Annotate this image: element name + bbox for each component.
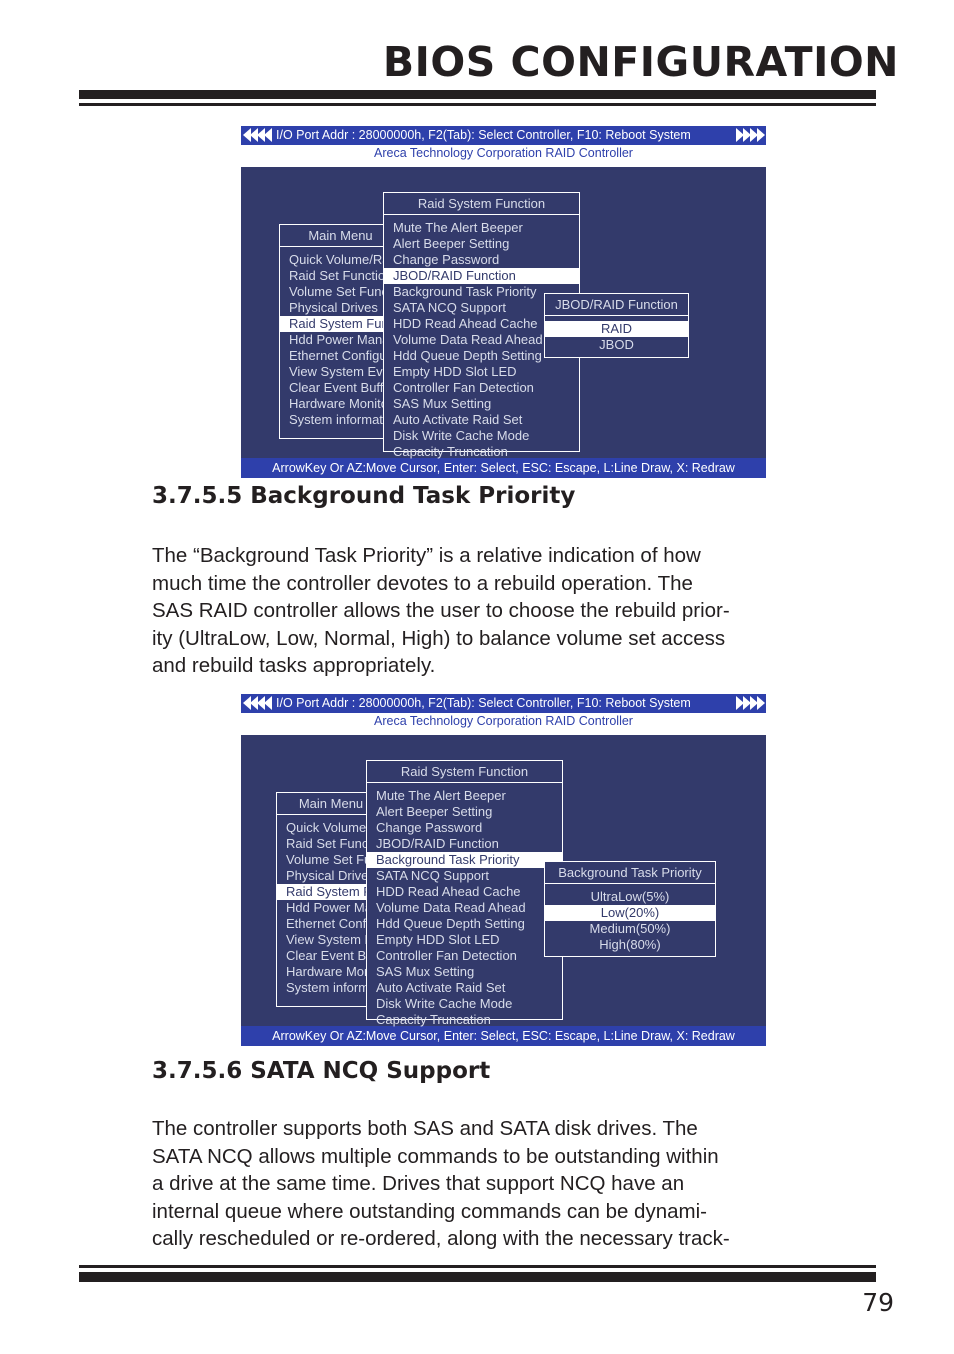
menu-item[interactable]: Hdd Queue Depth Setting — [367, 916, 562, 932]
header-rule-thin — [79, 103, 876, 106]
menu-item[interactable]: Empty HDD Slot LED — [367, 932, 562, 948]
menu-item[interactable]: Empty HDD Slot LED — [384, 364, 579, 380]
menu-item[interactable]: Change Password — [384, 252, 579, 268]
menu-item[interactable]: Controller Fan Detection — [367, 948, 562, 964]
bios2-body: Main Menu Quick Volume/Raid SetupRaid Se… — [241, 735, 766, 1027]
menu-item[interactable]: SAS Mux Setting — [384, 396, 579, 412]
menu-item[interactable]: JBOD/RAID Function — [367, 836, 562, 852]
bios2-topbar-text: I/O Port Addr : 28000000h, F2(Tab): Sele… — [276, 696, 691, 710]
bios1-subtitle: Areca Technology Corporation RAID Contro… — [241, 145, 766, 162]
section-paragraph-3-7-5-5: The “Background Task Priority” is a rela… — [152, 542, 882, 680]
menu-item[interactable]: SATA NCQ Support — [367, 868, 562, 884]
menu-item[interactable]: High(80%) — [545, 937, 715, 953]
menu-item[interactable]: Disk Write Cache Mode — [367, 996, 562, 1012]
paragraph-line: SATA NCQ allows multiple commands to be … — [152, 1144, 719, 1168]
bios1-topbar-text: I/O Port Addr : 28000000h, F2(Tab): Sele… — [276, 128, 691, 142]
bios1-topbar: I/O Port Addr : 28000000h, F2(Tab): Sele… — [241, 126, 766, 145]
menu-item[interactable]: Alert Beeper Setting — [384, 236, 579, 252]
menu-item[interactable]: JBOD — [545, 337, 688, 353]
bios2-rsf-title: Raid System Function — [367, 761, 562, 783]
page-title: BIOS CONFIGURATION — [382, 38, 899, 86]
bios1-submenu-title: JBOD/RAID Function — [545, 294, 688, 316]
menu-item[interactable]: Disk Write Cache Mode — [384, 428, 579, 444]
section-heading-3-7-5-6: 3.7.5.6 SATA NCQ Support — [152, 1058, 491, 1084]
scroll-right-arrows-icon — [736, 696, 765, 710]
menu-item[interactable]: RAID — [545, 321, 688, 337]
menu-item[interactable]: Medium(50%) — [545, 921, 715, 937]
bios-screenshot-1: I/O Port Addr : 28000000h, F2(Tab): Sele… — [241, 126, 766, 478]
menu-item[interactable]: UltraLow(5%) — [545, 889, 715, 905]
bios2-topbar: I/O Port Addr : 28000000h, F2(Tab): Sele… — [241, 694, 766, 713]
menu-item[interactable]: Auto Activate Raid Set — [367, 980, 562, 996]
menu-item[interactable]: Controller Fan Detection — [384, 380, 579, 396]
menu-item[interactable]: Alert Beeper Setting — [367, 804, 562, 820]
bios2-subtitle: Areca Technology Corporation RAID Contro… — [241, 713, 766, 730]
footer-rule-thin — [79, 1265, 876, 1268]
page-header: BIOS CONFIGURATION — [0, 0, 954, 110]
paragraph-line: cally rescheduled or re-ordered, along w… — [152, 1227, 730, 1250]
bios2-raid-system-function-panel: Raid System Function Mute The Alert Beep… — [366, 760, 563, 1027]
section-heading-3-7-5-5: 3.7.5.5 Background Task Priority — [152, 483, 576, 509]
paragraph-line: internal queue where outstanding command… — [152, 1199, 707, 1223]
paragraph-line: a drive at the same time. Drives that su… — [152, 1172, 685, 1195]
bios1-submenu-list: RAID JBOD — [545, 316, 688, 358]
bios1-body: Main Menu Quick Volume/Raid SetupRaid Se… — [241, 167, 766, 460]
menu-item[interactable]: Volume Data Read Ahead — [367, 900, 562, 916]
bios2-submenu-title: Background Task Priority — [545, 862, 715, 884]
bios-screenshot-2: I/O Port Addr : 28000000h, F2(Tab): Sele… — [241, 694, 766, 1046]
page-number: 79 — [862, 1288, 894, 1317]
paragraph-line: much time the controller devotes to a re… — [152, 571, 693, 595]
menu-item[interactable]: Capacity Truncation — [384, 444, 579, 460]
menu-item[interactable]: Auto Activate Raid Set — [384, 412, 579, 428]
scroll-right-arrows-icon — [736, 128, 765, 142]
header-rule-thick — [79, 90, 876, 99]
bios2-submenu-list: UltraLow(5%) Low(20%) Medium(50%) High(80%) — [545, 884, 715, 958]
paragraph-line: The “Background Task Priority” is a rela… — [152, 544, 701, 567]
scroll-left-arrows-icon — [243, 128, 272, 142]
paragraph-line: ity (UltraLow, Low, Normal, High) to bal… — [152, 626, 726, 650]
bios1-jbod-raid-submenu-panel: JBOD/RAID Function RAID JBOD — [544, 293, 689, 358]
paragraph-line: and rebuild tasks appropriately. — [152, 654, 436, 677]
menu-item[interactable]: HDD Read Ahead Cache — [367, 884, 562, 900]
paragraph-line: SAS RAID controller allows the user to c… — [152, 599, 730, 622]
menu-item[interactable]: SAS Mux Setting — [367, 964, 562, 980]
bios1-rsf-title: Raid System Function — [384, 193, 579, 215]
paragraph-line: The controller supports both SAS and SAT… — [152, 1117, 698, 1140]
bios2-background-task-priority-submenu-panel: Background Task Priority UltraLow(5%) Low… — [544, 861, 716, 957]
bios2-rsf-list: Mute The Alert Beeper Alert Beeper Settin… — [367, 783, 562, 1033]
section-paragraph-3-7-5-6: The controller supports both SAS and SAT… — [152, 1115, 882, 1253]
menu-item[interactable]: Mute The Alert Beeper — [367, 788, 562, 804]
menu-item[interactable]: Change Password — [367, 820, 562, 836]
menu-item[interactable]: Capacity Truncation — [367, 1012, 562, 1028]
footer-rule-thick — [79, 1272, 876, 1282]
menu-item[interactable]: Mute The Alert Beeper — [384, 220, 579, 236]
menu-item[interactable]: JBOD/RAID Function — [384, 268, 579, 284]
menu-item[interactable]: Background Task Priority — [367, 852, 562, 868]
menu-item[interactable]: Low(20%) — [545, 905, 715, 921]
scroll-left-arrows-icon — [243, 696, 272, 710]
